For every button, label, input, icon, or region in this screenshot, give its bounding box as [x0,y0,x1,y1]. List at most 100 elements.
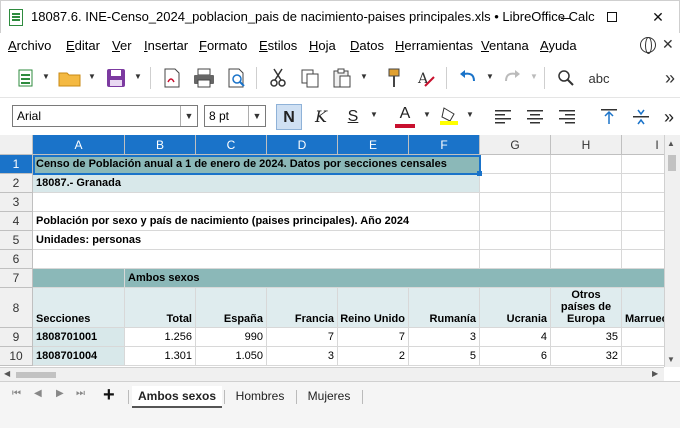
row-header-5[interactable]: 5 [0,231,33,250]
paste-dropdown-icon[interactable]: ▼ [360,72,368,81]
menu-archivo[interactable]: Archivo [8,38,51,53]
cell-h5[interactable] [551,231,622,250]
select-all-corner[interactable] [0,135,33,155]
cell-g4[interactable] [480,212,551,231]
align-center-icon[interactable] [522,104,548,130]
cell-i6[interactable] [622,250,664,269]
menu-insertar[interactable]: Insertar [144,38,188,53]
cell-b8[interactable]: Total [125,288,196,328]
save-dropdown-icon[interactable]: ▼ [134,72,142,81]
cell-e10[interactable]: 2 [338,347,409,366]
open-folder-icon[interactable] [58,66,82,90]
cell-f10[interactable]: 5 [409,347,480,366]
spreadsheet-grid[interactable]: A B C D E F G H I 1 2 3 4 5 6 7 8 9 10 C… [0,135,664,367]
export-pdf-icon[interactable] [160,66,184,90]
row-header-1[interactable]: 1 [0,155,33,174]
cell-g6[interactable] [480,250,551,269]
cell-i3[interactable] [622,193,664,212]
align-top-icon[interactable] [596,104,622,130]
print-icon[interactable] [192,66,216,90]
cell-d8[interactable]: Francia [267,288,338,328]
tab-mujeres[interactable]: Mujeres [300,386,358,408]
cell-a7[interactable] [33,269,125,288]
previous-sheet-icon[interactable]: ◀ [34,388,42,399]
cell-h9[interactable]: 35 [551,328,622,347]
menu-editar[interactable]: Editar [66,38,100,53]
column-header-h[interactable]: H [551,135,622,155]
align-left-icon[interactable] [490,104,516,130]
save-icon[interactable] [104,66,128,90]
vertical-scrollbar[interactable]: ▲ ▼ [664,135,680,367]
cell-a8[interactable]: Secciones [33,288,125,328]
menu-ver[interactable]: Ver [112,38,132,53]
center-vertically-icon[interactable] [628,104,654,130]
cell-d9[interactable]: 7 [267,328,338,347]
new-spreadsheet-icon[interactable] [14,66,38,90]
tab-hombres[interactable]: Hombres [228,386,292,408]
cell-i1[interactable] [622,155,664,174]
horizontal-scroll-thumb[interactable] [16,372,56,378]
column-header-a[interactable]: A [33,135,125,155]
cell-h2[interactable] [551,174,622,193]
align-right-icon[interactable] [554,104,580,130]
cell-h10[interactable]: 32 [551,347,622,366]
cell-a10[interactable]: 1808701004 [33,347,125,366]
cell-h3[interactable] [551,193,622,212]
font-color-button[interactable]: A [392,104,418,130]
row-header-8[interactable]: 8 [0,288,33,328]
column-header-e[interactable]: E [338,135,409,155]
highlight-dropdown-icon[interactable]: ▼ [466,110,474,119]
menu-hoja[interactable]: Hoja [309,38,336,53]
bold-button[interactable]: N [276,104,302,130]
italic-button[interactable]: K [308,104,334,130]
scroll-down-icon[interactable]: ▼ [667,355,675,364]
cell-h4[interactable] [551,212,622,231]
menu-estilos[interactable]: Estilos [259,38,297,53]
scroll-right-icon[interactable]: ▶ [652,369,658,378]
cell-i10[interactable] [622,347,664,366]
row-header-7[interactable]: 7 [0,269,33,288]
cell-i4[interactable] [622,212,664,231]
cell-d10[interactable]: 3 [267,347,338,366]
cell-a4[interactable]: Población por sexo y país de nacimiento … [33,212,480,231]
spellcheck-icon[interactable]: abc [584,66,614,90]
column-header-c[interactable]: C [196,135,267,155]
row-header-3[interactable]: 3 [0,193,33,212]
cell-a3[interactable] [33,193,480,212]
copy-icon[interactable] [298,66,322,90]
redo-icon[interactable] [500,66,524,90]
cell-h8[interactable]: Otros países de Europa [551,288,622,328]
cell-g2[interactable] [480,174,551,193]
paste-icon[interactable] [330,66,354,90]
column-header-d[interactable]: D [267,135,338,155]
font-name-dropdown-icon[interactable]: ▼ [180,106,197,126]
menu-datos[interactable]: Datos [350,38,384,53]
maximize-button[interactable] [589,1,635,33]
clone-formatting-icon[interactable] [382,66,406,90]
add-sheet-button[interactable]: + [103,384,115,407]
print-preview-icon[interactable] [225,66,249,90]
font-color-dropdown-icon[interactable]: ▼ [423,110,431,119]
cell-b10[interactable]: 1.301 [125,347,196,366]
undo-dropdown-icon[interactable]: ▼ [486,72,494,81]
column-header-f[interactable]: F [409,135,480,155]
formatting-overflow-button[interactable]: » [656,104,680,130]
cell-f8[interactable]: Rumanía [409,288,480,328]
cell-e8[interactable]: Reino Unido [338,288,409,328]
cell-c9[interactable]: 990 [196,328,267,347]
cell-g1[interactable] [480,155,551,174]
cut-icon[interactable] [266,66,290,90]
close-document-button[interactable]: ✕ [662,36,674,53]
cell-a1[interactable]: Censo de Población anual a 1 de enero de… [33,155,480,174]
find-replace-icon[interactable] [554,66,578,90]
globe-icon[interactable] [640,37,656,54]
horizontal-scrollbar[interactable]: ◀ ▶ [0,367,664,381]
undo-icon[interactable] [456,66,480,90]
row-header-6[interactable]: 6 [0,250,33,269]
font-size-dropdown-icon[interactable]: ▼ [248,106,265,126]
cell-g9[interactable]: 4 [480,328,551,347]
column-header-i[interactable]: I [622,135,664,155]
minimize-button[interactable] [543,1,589,33]
cell-a2[interactable]: 18087.- Granada [33,174,480,193]
column-header-b[interactable]: B [125,135,196,155]
